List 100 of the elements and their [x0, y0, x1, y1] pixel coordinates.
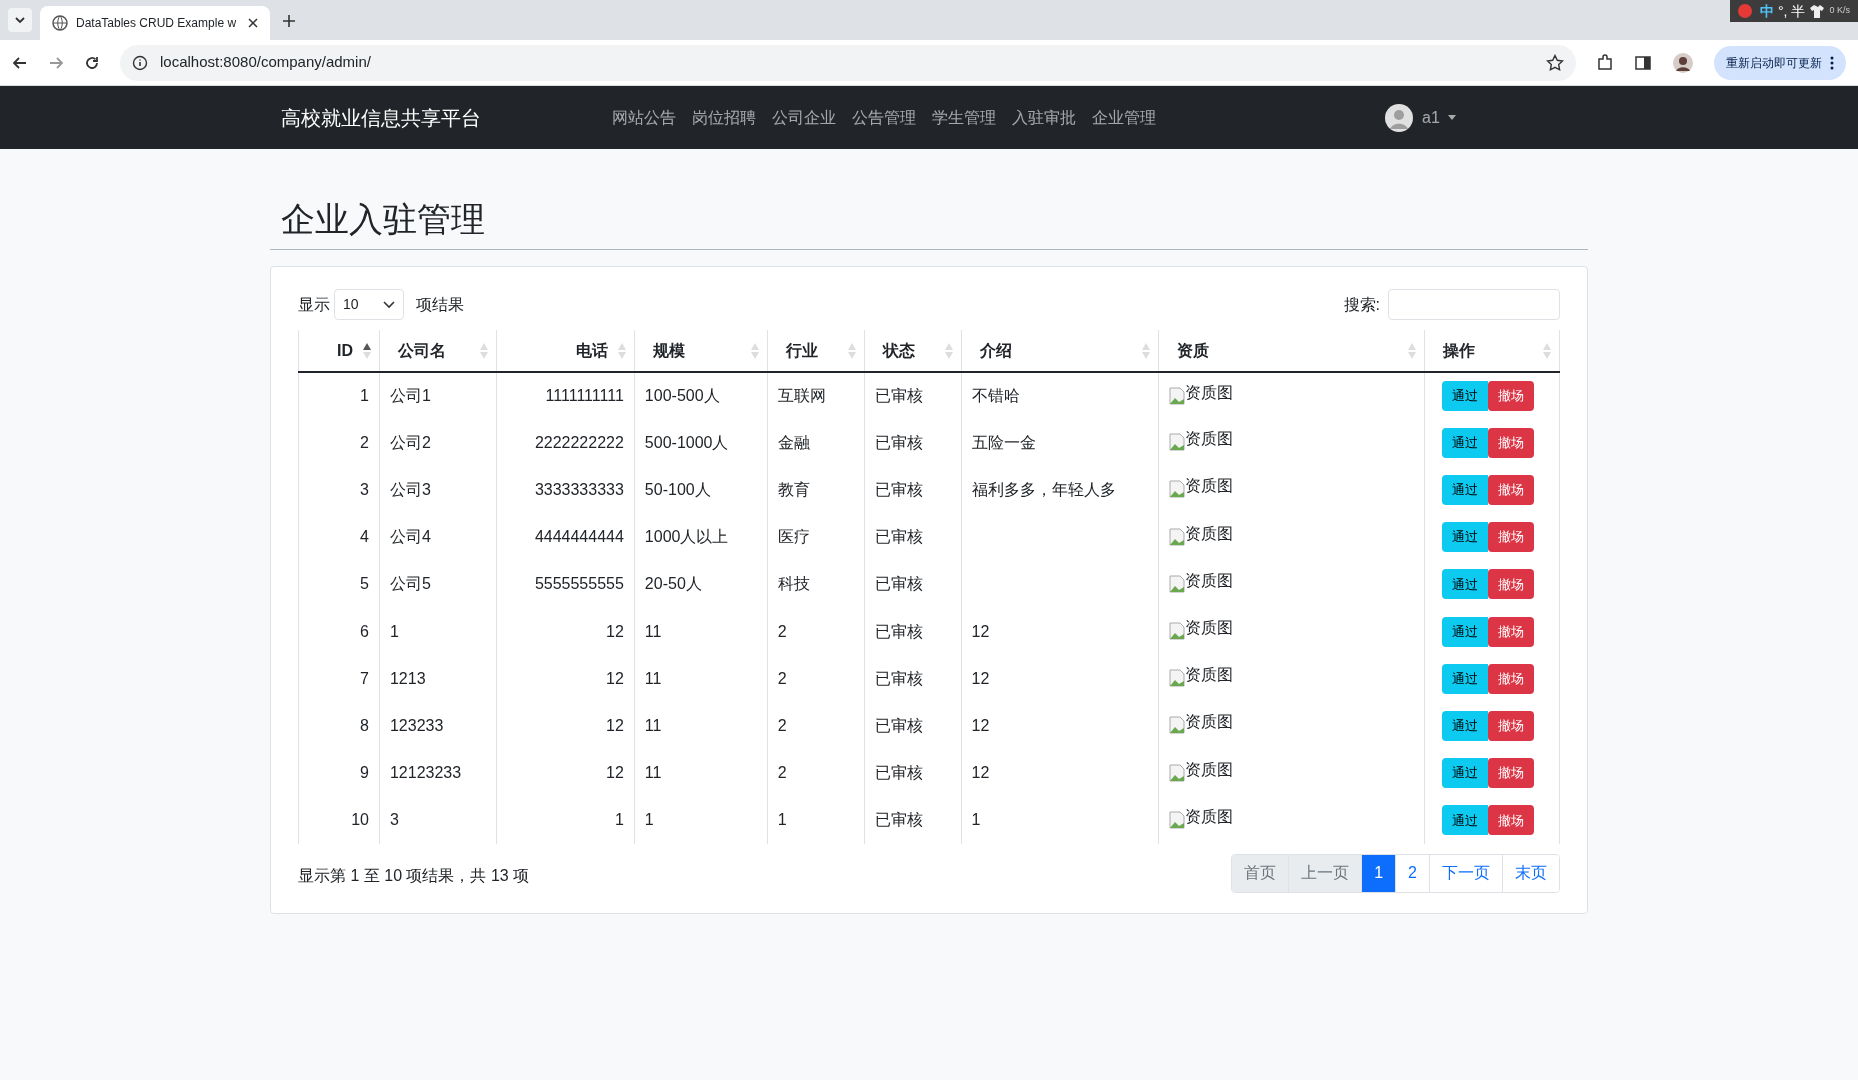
star-icon[interactable]	[1546, 53, 1564, 72]
table-cell: 已审核	[874, 716, 923, 734]
nav-link[interactable]: 企业管理	[1092, 105, 1156, 130]
new-tab-icon[interactable]	[282, 14, 296, 28]
revoke-button[interactable]: 撤场	[1488, 758, 1534, 789]
nav-link[interactable]: 公司企业	[772, 105, 836, 130]
table-cell: 11	[644, 764, 662, 782]
column-header[interactable]: 状态	[864, 330, 962, 372]
revoke-button[interactable]: 撤场	[1488, 569, 1534, 600]
broken-image: 资质图	[1169, 710, 1234, 735]
notification-icon[interactable]	[1738, 4, 1752, 18]
user-menu[interactable]: a1	[1384, 102, 1456, 133]
side-panel-icon[interactable]	[1634, 53, 1652, 72]
approve-button[interactable]: 通过	[1442, 710, 1488, 741]
column-header[interactable]: 电话	[496, 330, 635, 372]
column-header[interactable]: 规模	[634, 330, 768, 372]
table-cell: 2	[777, 764, 787, 782]
page-button[interactable]: 末页	[1502, 854, 1559, 892]
column-header[interactable]: ID	[298, 330, 380, 372]
table-cell: 已审核	[874, 669, 923, 687]
tab-title: DataTables CRUD Example w	[76, 15, 238, 32]
page-button[interactable]: 1	[1361, 854, 1396, 892]
broken-image: 资质图	[1169, 616, 1234, 641]
broken-image-icon	[1169, 574, 1186, 593]
table-cell: 2	[777, 669, 787, 687]
table-cell: 123233	[389, 716, 444, 734]
shirt-icon[interactable]	[1809, 4, 1826, 18]
revoke-button[interactable]: 撤场	[1488, 710, 1534, 741]
revoke-button[interactable]: 撤场	[1488, 663, 1534, 694]
approve-button[interactable]: 通过	[1442, 569, 1488, 600]
broken-image-icon	[1169, 433, 1186, 452]
table-cell: 3	[360, 480, 369, 498]
table-cell: 12	[971, 764, 990, 782]
nav-link[interactable]: 网站公告	[612, 105, 676, 130]
approve-button[interactable]: 通过	[1442, 805, 1488, 836]
ime-indicator[interactable]: °,	[1778, 0, 1788, 22]
table-cell: 12	[606, 716, 624, 734]
revoke-button[interactable]: 撤场	[1488, 381, 1534, 412]
nav-link[interactable]: 公告管理	[852, 105, 916, 130]
approve-button[interactable]: 通过	[1442, 427, 1488, 458]
table-cell: 已审核	[874, 811, 923, 829]
table-cell: 12123233	[389, 764, 462, 782]
table-cell: 4444444444	[534, 528, 624, 546]
table-cell: 20-50人	[644, 575, 702, 593]
approve-button[interactable]: 通过	[1442, 616, 1488, 647]
table-cell: 公司3	[389, 480, 431, 498]
broken-image-icon	[1169, 810, 1186, 829]
broken-image: 资质图	[1169, 427, 1234, 452]
column-header[interactable]: 操作	[1424, 330, 1560, 372]
table-cell: 9	[360, 764, 369, 782]
table-cell: 已审核	[874, 622, 923, 640]
chevron-down-icon	[14, 14, 26, 26]
table-cell: 1	[360, 387, 369, 405]
revoke-button[interactable]: 撤场	[1488, 616, 1534, 647]
search-field[interactable]	[1388, 289, 1560, 320]
revoke-button[interactable]: 撤场	[1488, 427, 1534, 458]
address-bar[interactable]: localhost:8080/company/admin/	[120, 44, 1576, 81]
approve-button[interactable]: 通过	[1442, 758, 1488, 789]
search-label: 搜索:	[1343, 294, 1380, 315]
revoke-button[interactable]: 撤场	[1488, 805, 1534, 836]
page-size-select[interactable]: 10	[334, 289, 404, 320]
table-cell: 1	[971, 811, 981, 829]
table-cell: 7	[360, 669, 369, 687]
nav-link[interactable]: 学生管理	[932, 105, 996, 130]
more-icon[interactable]	[1830, 55, 1834, 70]
revoke-button[interactable]: 撤场	[1488, 474, 1534, 505]
ime-indicator[interactable]: 中	[1760, 0, 1774, 22]
approve-button[interactable]: 通过	[1442, 474, 1488, 505]
table-cell: 12	[971, 622, 990, 640]
broken-image-icon	[1169, 527, 1186, 546]
column-header[interactable]: 行业	[767, 330, 865, 372]
broken-image: 资质图	[1169, 663, 1234, 688]
update-button[interactable]: 重新启动即可更新	[1714, 45, 1846, 80]
table-cell: 1111111111	[545, 387, 624, 405]
approve-button[interactable]: 通过	[1442, 663, 1488, 694]
nav-link[interactable]: 入驻审批	[1012, 105, 1076, 130]
info-icon[interactable]	[132, 54, 148, 71]
profile-avatar-icon[interactable]	[1672, 51, 1694, 74]
extensions-icon[interactable]	[1596, 53, 1614, 72]
reload-icon[interactable]	[84, 54, 100, 71]
back-icon[interactable]	[12, 54, 28, 71]
column-header[interactable]: 公司名	[379, 330, 497, 372]
table-cell: 1	[644, 811, 654, 829]
table-cell: 6	[360, 622, 369, 640]
forward-icon[interactable]	[48, 54, 64, 71]
broken-image: 资质图	[1169, 568, 1234, 593]
column-header[interactable]: 资质	[1158, 330, 1425, 372]
column-header[interactable]: 介绍	[961, 330, 1159, 372]
broken-image: 资质图	[1169, 757, 1234, 782]
ime-indicator[interactable]: 半	[1791, 0, 1806, 22]
browser-tab[interactable]: DataTables CRUD Example w	[40, 6, 270, 40]
approve-button[interactable]: 通过	[1442, 522, 1488, 553]
table-cell: 教育	[777, 480, 810, 498]
tab-list-button[interactable]	[8, 8, 32, 32]
revoke-button[interactable]: 撤场	[1488, 522, 1534, 553]
brand-title[interactable]: 高校就业信息共享平台	[281, 102, 612, 133]
nav-link[interactable]: 岗位招聘	[692, 105, 756, 130]
approve-button[interactable]: 通过	[1442, 381, 1488, 412]
broken-image: 资质图	[1169, 474, 1234, 499]
close-icon[interactable]	[248, 18, 258, 28]
